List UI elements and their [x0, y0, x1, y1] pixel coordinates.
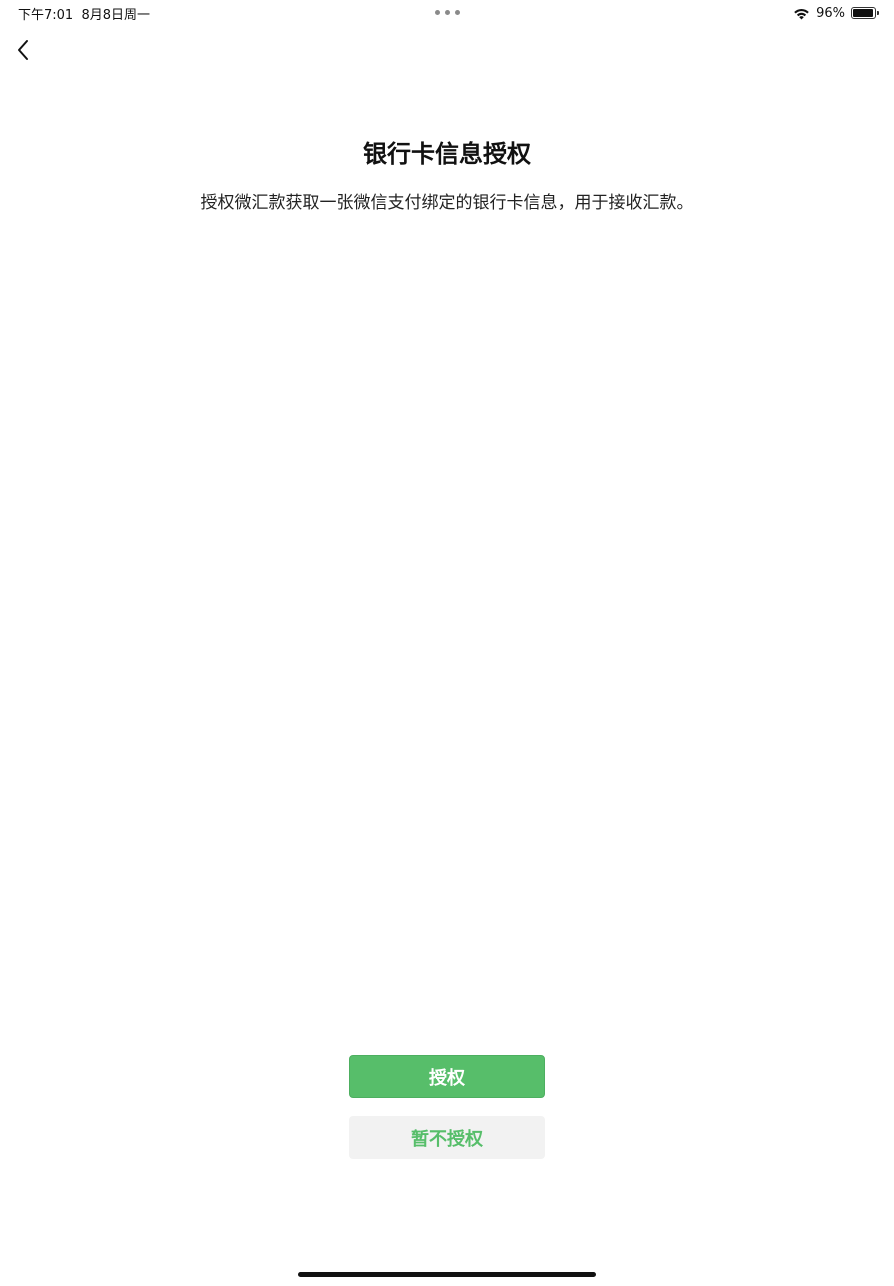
- wifi-icon: [793, 7, 810, 20]
- page-description: 授权微汇款获取一张微信支付绑定的银行卡信息，用于接收汇款。: [200, 193, 694, 213]
- back-button[interactable]: [12, 36, 36, 64]
- page-title: 银行卡信息授权: [363, 140, 531, 168]
- multitasking-dots-icon[interactable]: [435, 10, 461, 16]
- status-time: 下午7:01 8月8日周一: [18, 4, 150, 23]
- home-indicator[interactable]: [298, 1272, 596, 1277]
- decline-button[interactable]: 暂不授权: [349, 1116, 545, 1159]
- battery-percent: 96%: [816, 5, 845, 21]
- status-indicators: 96%: [793, 4, 879, 22]
- authorize-button[interactable]: 授权: [349, 1055, 545, 1098]
- status-date: 8月8日周一: [81, 8, 151, 23]
- battery-icon: [851, 7, 879, 19]
- status-clock: 下午7:01: [18, 8, 74, 23]
- chevron-left-icon: [12, 36, 36, 64]
- status-bar: 下午7:01 8月8日周一 96%: [0, 0, 894, 26]
